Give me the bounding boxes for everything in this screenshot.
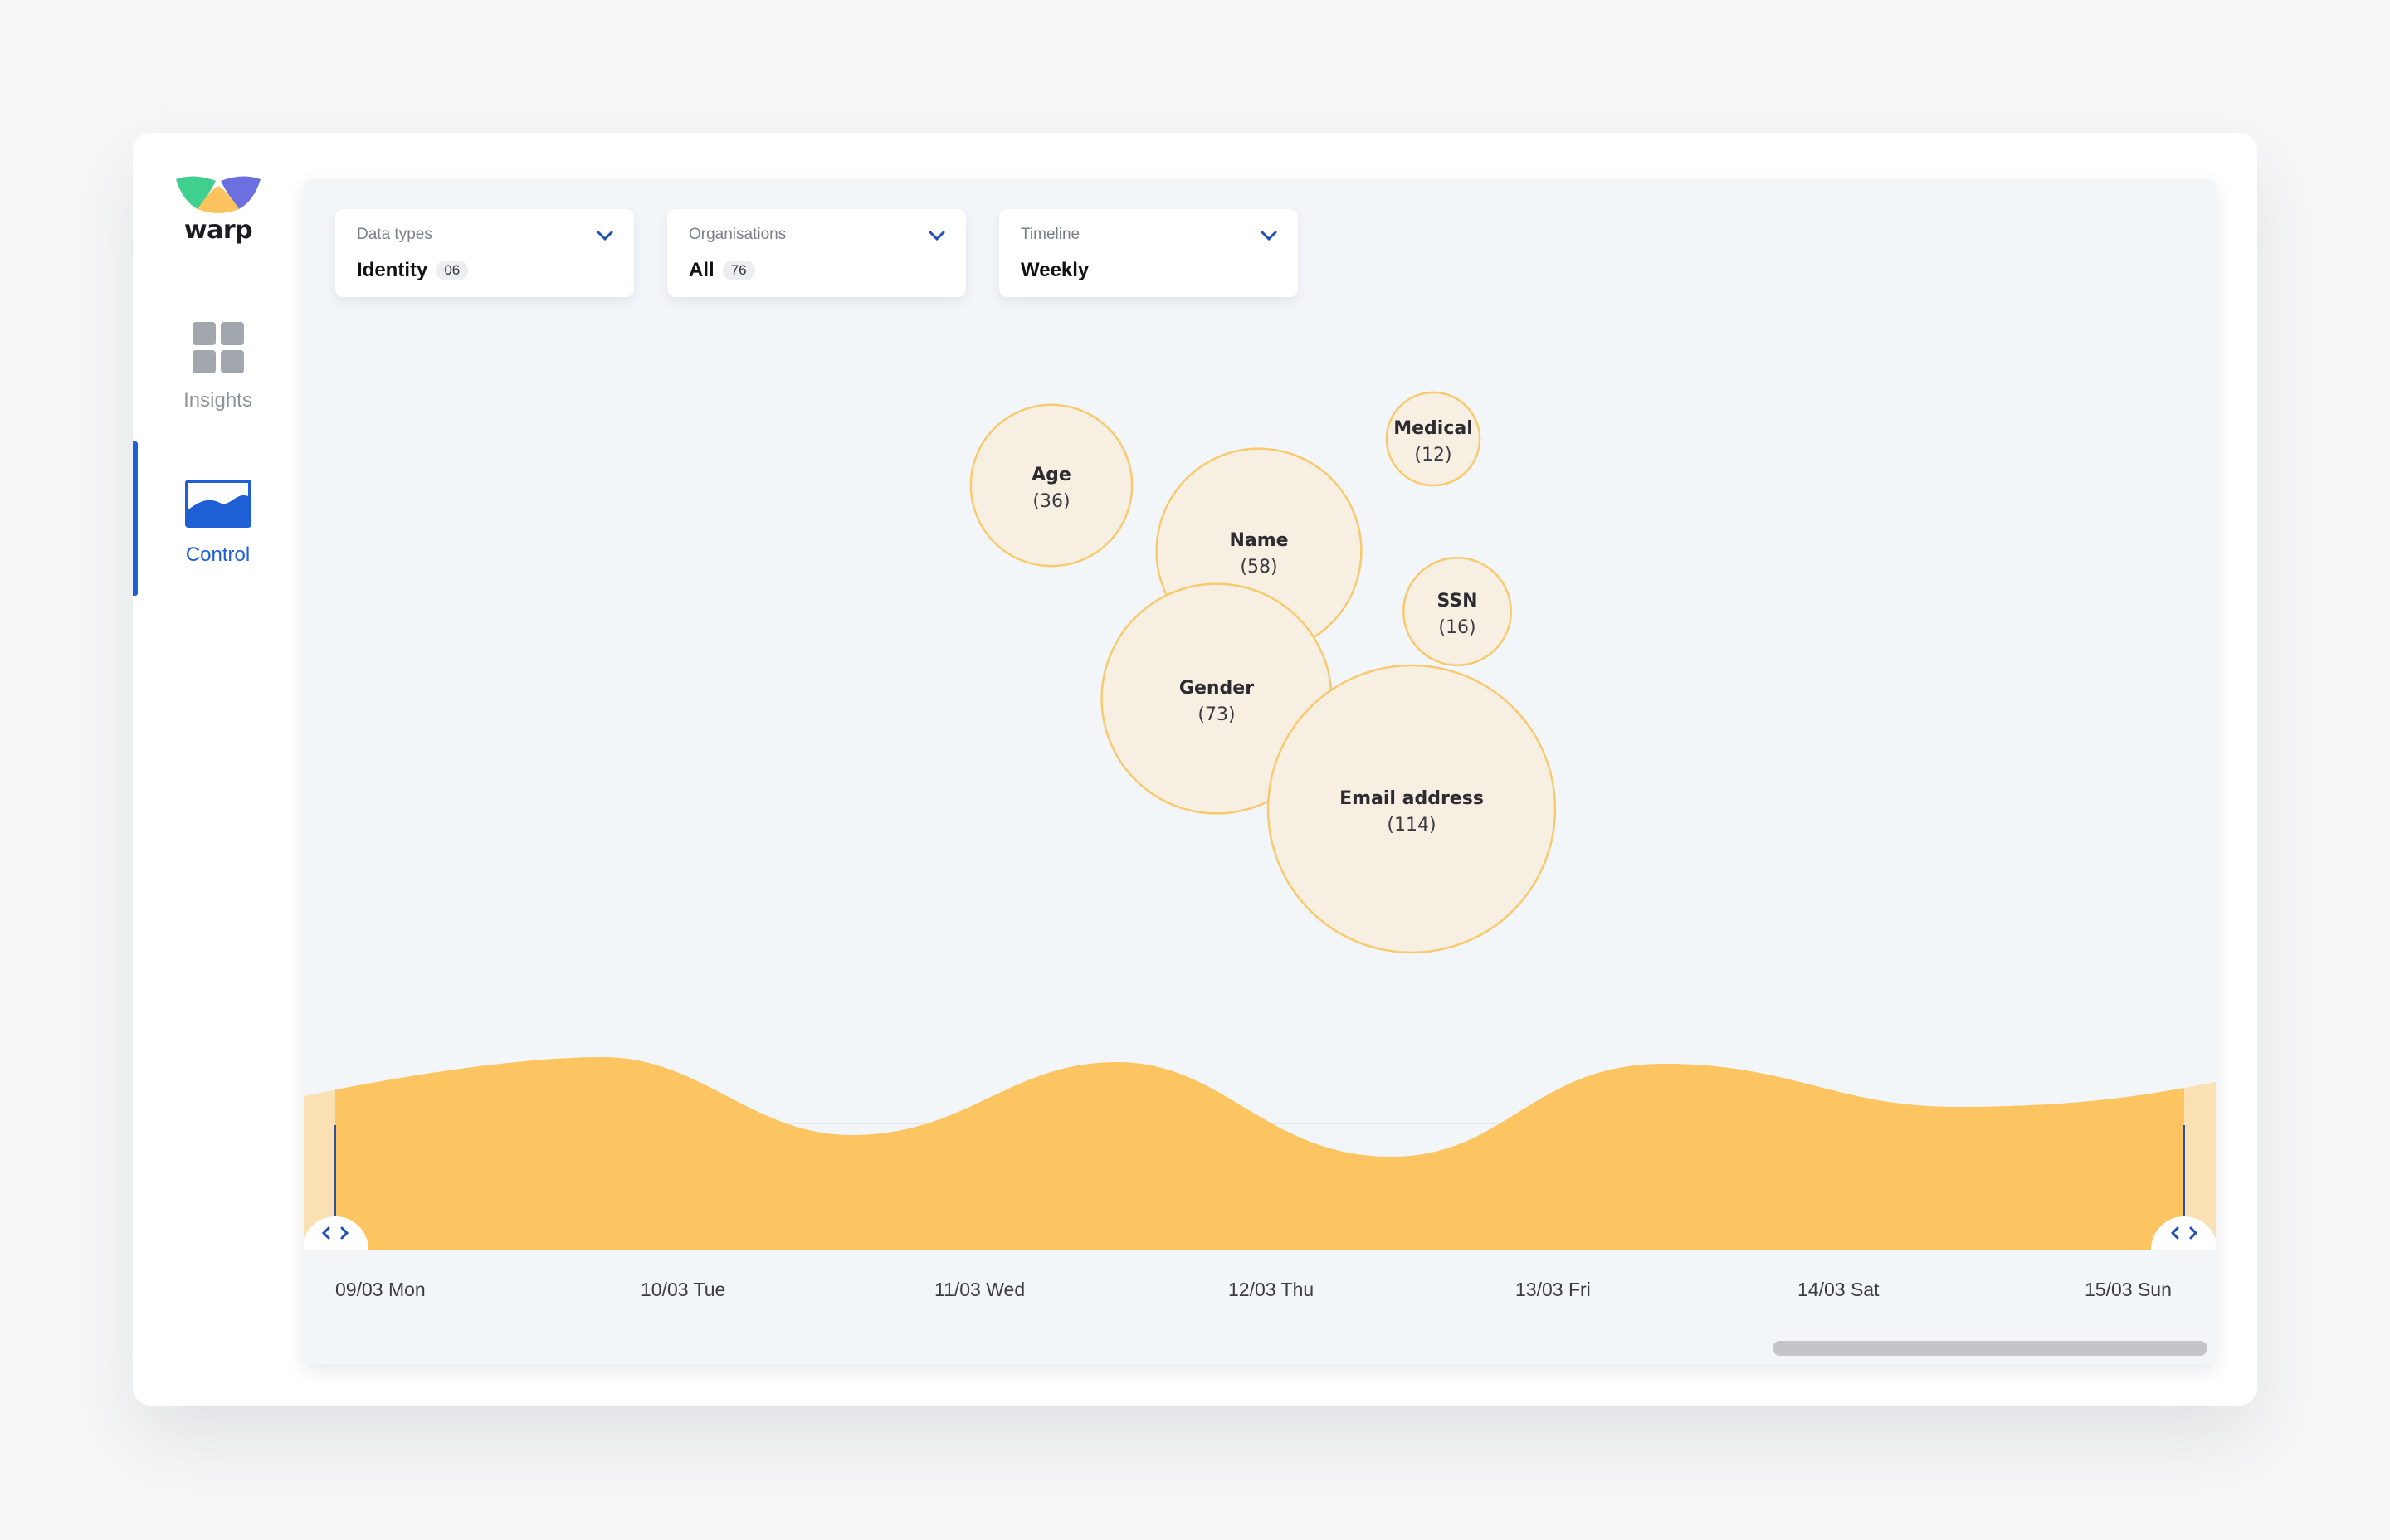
bubble-count: (12): [1414, 445, 1451, 465]
control-panel: Data types Identity 06 Organisations All 7…: [304, 179, 2216, 1364]
sidebar-item-insights[interactable]: Insights: [133, 322, 303, 412]
bubble-age[interactable]: Age (36): [969, 403, 1134, 568]
sidebar-item-label: Insights: [183, 389, 252, 412]
app-window: warp Insights Control Data types Identit…: [133, 133, 2257, 1406]
grid-icon: [192, 322, 244, 373]
bubble-circle: [969, 403, 1134, 568]
data-types-visualization: Age (36) Name (58) Medical (12) SSN (16) Gender (…: [304, 391, 2216, 1364]
bubble-label: Medical: [1393, 418, 1473, 439]
bubble-label: SSN: [1436, 591, 1477, 612]
bubble-label: Age: [1032, 465, 1071, 485]
bubble-label: Gender: [1179, 678, 1254, 699]
brand-name: warp: [183, 216, 253, 245]
axis-day-label: 11/03 Wed: [934, 1279, 1025, 1300]
sidebar-item-control[interactable]: Control: [133, 480, 303, 567]
axis-day-label: 09/03 Mon: [335, 1279, 426, 1300]
bubble-label: Name: [1229, 530, 1288, 551]
bubble-medical[interactable]: Medical (12): [1385, 391, 1481, 487]
warp-logo[interactable]: warp: [173, 173, 264, 245]
logo-mark-icon: [176, 176, 261, 213]
bubble-ssn[interactable]: SSN (16): [1402, 556, 1513, 667]
scrollbar-thumb[interactable]: [1773, 1341, 2207, 1356]
bubble-label: Email address: [1339, 788, 1484, 809]
bubble-count: (114): [1387, 815, 1436, 836]
bubble-count: (16): [1438, 617, 1475, 638]
bubble-count: (73): [1197, 704, 1235, 725]
axis-day-label: 15/03 Sun: [2085, 1279, 2172, 1300]
bubble-chart: Age (36) Name (58) Medical (12) SSN (16) Gender (…: [969, 391, 1557, 954]
bubble-count: (36): [1032, 491, 1070, 512]
axis-day-label: 14/03 Sat: [1797, 1279, 1880, 1300]
bubble-circle: [1402, 556, 1513, 667]
sidebar-item-label: Control: [185, 543, 251, 566]
axis-day-label: 10/03 Tue: [641, 1279, 725, 1300]
axis-day-label: 12/03 Thu: [1228, 1279, 1314, 1300]
axis-day-label: 13/03 Fri: [1515, 1279, 1591, 1300]
bubble-email-address[interactable]: Email address (114): [1266, 664, 1557, 954]
area-chart-icon: [184, 480, 251, 528]
horizontal-scrollbar[interactable]: [1773, 1341, 2207, 1356]
bubble-circle: [1266, 664, 1557, 954]
bubble-circle: [1385, 391, 1481, 487]
timeline-area-chart: [304, 1057, 2216, 1364]
bubble-count: (58): [1240, 557, 1277, 578]
